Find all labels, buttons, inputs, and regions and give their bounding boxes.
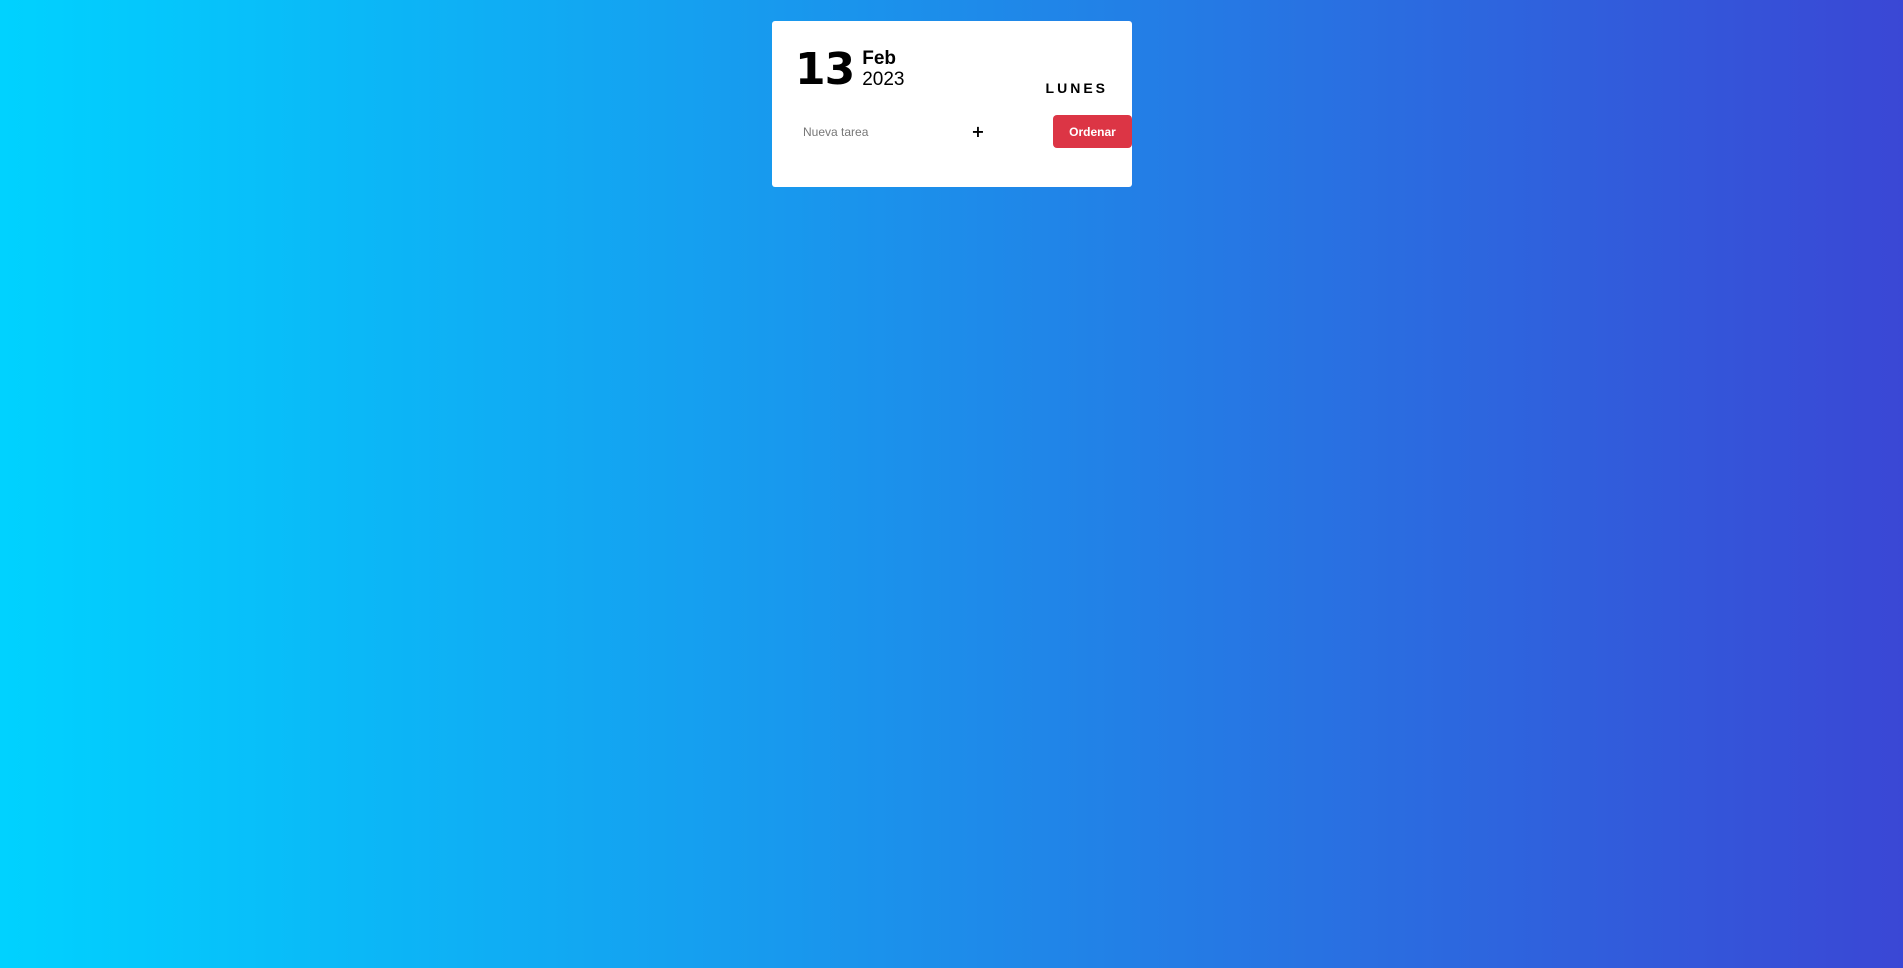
add-task-button[interactable]: + — [961, 115, 995, 149]
month-year: Feb 2023 — [862, 48, 904, 91]
month-label: Feb — [862, 48, 897, 69]
order-button[interactable]: Ordenar — [1053, 115, 1132, 148]
todo-card: 13 Feb 2023 LUNES + Ordenar — [772, 21, 1132, 187]
new-task-input[interactable] — [795, 115, 985, 149]
date-display: 13 Feb 2023 — [795, 43, 905, 97]
task-form: + Ordenar — [795, 115, 1132, 149]
year-label: 2023 — [862, 69, 905, 90]
day-number: 13 — [795, 44, 855, 95]
weekday-label: LUNES — [1045, 80, 1108, 96]
